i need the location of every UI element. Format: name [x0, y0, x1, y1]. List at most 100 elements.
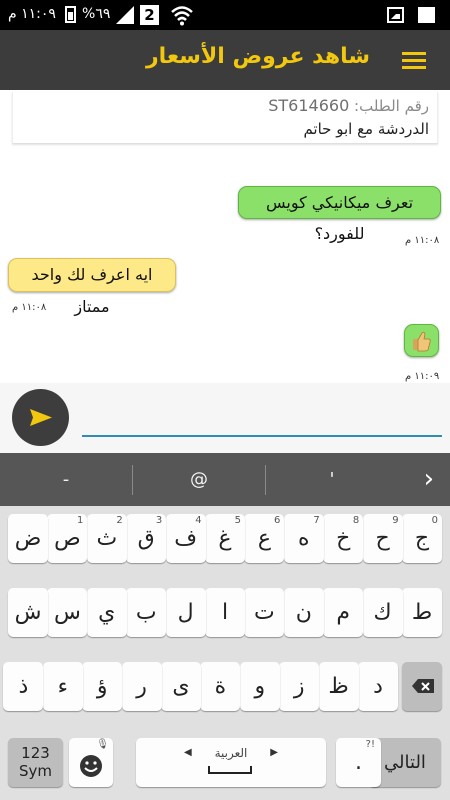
letter-key[interactable]: ض	[8, 514, 48, 563]
hamburger-menu-icon[interactable]	[398, 45, 432, 75]
letter-key[interactable]: 5غ	[205, 514, 245, 563]
letter-key[interactable]: ذ	[3, 662, 44, 711]
key-label: ش	[14, 600, 42, 625]
letter-key[interactable]: ش	[8, 588, 48, 637]
letter-key[interactable]: ن	[283, 588, 324, 637]
space-key[interactable]: ◀ العربية ▶	[136, 738, 326, 787]
key-label: ز	[293, 674, 305, 699]
message-input[interactable]	[82, 393, 442, 437]
key-label: ب	[135, 600, 157, 625]
status-bar: ١١:٠٩ م %٦٩ 2	[0, 0, 450, 30]
letter-key[interactable]: 4ف	[165, 514, 206, 563]
letter-key[interactable]: 7ه	[283, 514, 324, 563]
key-label: ح	[375, 526, 390, 551]
letter-key[interactable]: م	[323, 588, 364, 637]
key-label: ق	[137, 526, 155, 551]
key-label: ا	[221, 600, 229, 625]
key-hint: 0	[431, 515, 438, 526]
key-label: ه	[298, 526, 310, 551]
key-label: ف	[174, 526, 197, 551]
letter-key[interactable]: ا	[205, 588, 245, 637]
message-timestamp: ١١:٠٩ م	[405, 371, 440, 382]
space-bar-icon	[208, 766, 252, 774]
key-label: ث	[96, 526, 118, 551]
symbols-key[interactable]: 123 Sym	[8, 738, 63, 787]
letter-key[interactable]: ر	[121, 662, 162, 711]
backspace-icon	[412, 679, 434, 693]
letter-key[interactable]: د	[358, 662, 398, 711]
letter-key[interactable]: ء	[42, 662, 83, 711]
letter-key[interactable]: س	[47, 588, 88, 637]
letter-key[interactable]: 3ق	[126, 514, 167, 563]
key-label: ء	[57, 674, 68, 699]
period-key[interactable]: ?! .	[336, 738, 381, 787]
emoji-key[interactable]: 🎙	[69, 738, 113, 787]
microphone-icon: 🎙	[96, 739, 109, 750]
caret-right-icon: ▶	[270, 747, 278, 758]
send-button[interactable]	[12, 389, 69, 446]
space-language-label: العربية	[214, 746, 248, 760]
punctuation-hint: ?!	[365, 739, 375, 750]
key-label: ي	[98, 600, 116, 625]
suggestion-bar: - @ ' ›	[0, 453, 450, 506]
signal-icon	[116, 6, 134, 24]
suggestion-item[interactable]: '	[266, 453, 398, 506]
order-info-card: رقم الطلب: ST614660 الدردشة مع ابو حاتم	[12, 92, 438, 144]
letter-key[interactable]: ظ	[318, 662, 359, 711]
key-label: ك	[373, 600, 392, 625]
media-notification-icon	[418, 7, 435, 23]
letter-key[interactable]: 8خ	[323, 514, 364, 563]
key-label: م	[336, 600, 350, 625]
key-hint: 3	[155, 515, 163, 526]
letter-key[interactable]: 2ث	[86, 514, 127, 563]
letter-key[interactable]: ط	[402, 588, 442, 637]
suggestion-item[interactable]: -	[0, 453, 132, 506]
key-label: ى	[172, 674, 190, 699]
key-label: ل	[177, 600, 194, 625]
order-number-line: رقم الطلب: ST614660	[268, 96, 429, 115]
letter-key[interactable]: 6ع	[244, 514, 285, 563]
key-label: س	[53, 600, 81, 625]
letter-key[interactable]: 1ص	[47, 514, 88, 563]
key-hint: 8	[352, 515, 360, 526]
letter-key[interactable]: ؤ	[82, 662, 123, 711]
message-timestamp: ١١:٠٨ م	[405, 235, 440, 246]
key-hint: 4	[195, 515, 202, 526]
key-label: ض	[14, 526, 42, 551]
key-label: ذ	[18, 674, 29, 699]
chat-partner-label: الدردشة مع ابو حاتم	[303, 120, 429, 138]
message-bubble-incoming[interactable]: ايه اعرف لك واحد ممتاز	[8, 258, 176, 316]
key-label: د	[373, 674, 383, 699]
chevron-right-icon[interactable]: ›	[424, 453, 434, 506]
letter-key[interactable]: و	[239, 662, 280, 711]
letter-key[interactable]: ز	[279, 662, 320, 711]
letter-key[interactable]: ت	[244, 588, 285, 637]
key-hint: 7	[313, 515, 320, 526]
message-timestamp: ١١:٠٨ م	[12, 302, 47, 313]
letter-key[interactable]: 9ح	[362, 514, 403, 563]
sim-slot-badge: 2	[140, 5, 159, 25]
key-label: ة	[214, 674, 227, 699]
key-hint: 5	[234, 515, 241, 526]
message-bubble-outgoing[interactable]: تعرف ميكانيكي كويس للفورد؟	[238, 186, 441, 243]
key-label: ط	[411, 600, 433, 625]
key-label: ن	[295, 600, 312, 625]
key-hint: 1	[77, 515, 84, 526]
letter-key[interactable]: 0ج	[402, 514, 442, 563]
order-number: ST614660	[268, 96, 350, 115]
key-label: ج	[414, 526, 430, 551]
composer	[0, 383, 450, 453]
letter-key[interactable]: ب	[126, 588, 167, 637]
backspace-key[interactable]	[402, 662, 442, 711]
battery-icon	[65, 6, 76, 23]
letter-key[interactable]: ى	[161, 662, 201, 711]
status-time: ١١:٠٩ م	[8, 6, 56, 22]
letter-key[interactable]: ة	[200, 662, 241, 711]
message-bubble-outgoing[interactable]	[404, 324, 439, 357]
letter-key[interactable]: ك	[362, 588, 403, 637]
key-label: ؤ	[96, 674, 108, 699]
letter-key[interactable]: ي	[86, 588, 127, 637]
suggestion-item[interactable]: @	[133, 453, 265, 506]
letter-key[interactable]: ل	[165, 588, 206, 637]
key-label: ظ	[328, 674, 349, 699]
